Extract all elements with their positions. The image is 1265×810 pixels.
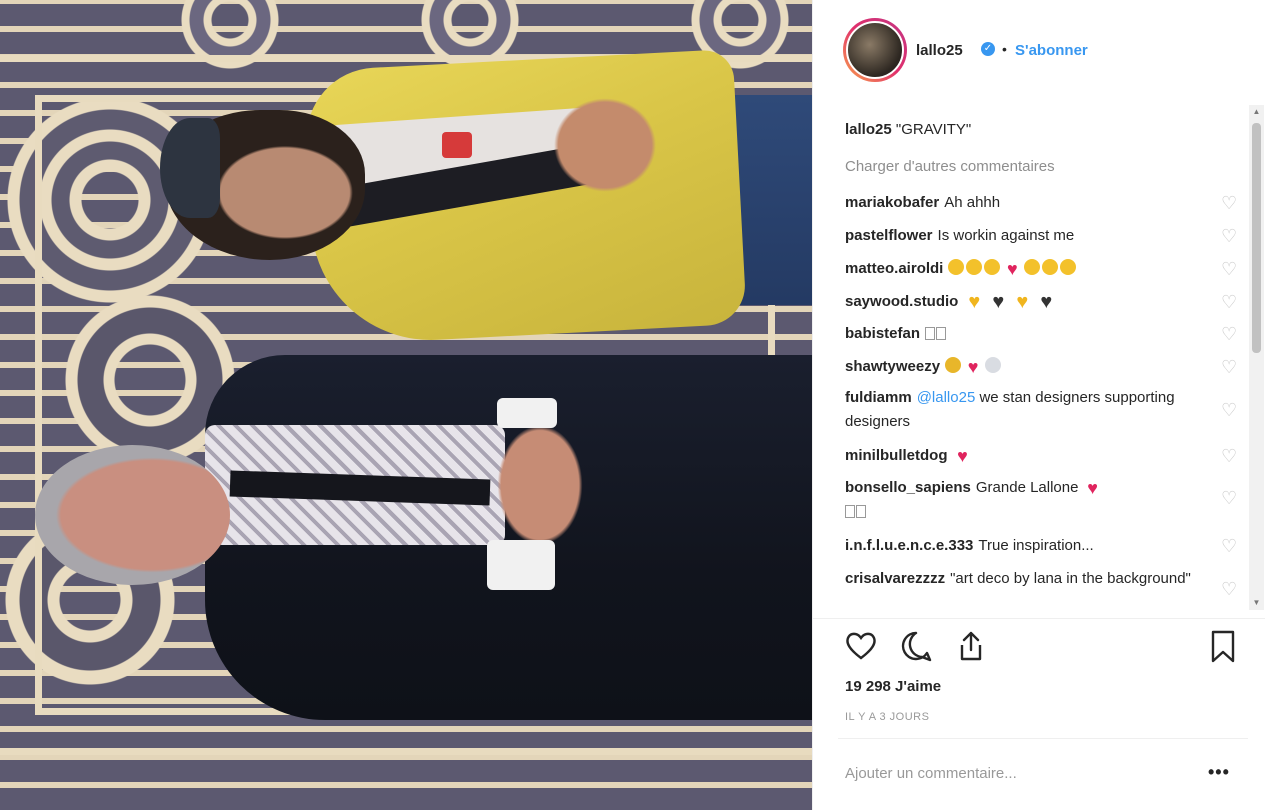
post-sidebar: lallo25 ✓ • S'abonner lallo25 "GRAVITY" … (812, 0, 1265, 810)
scrollbar[interactable]: ▲ ▼ (1249, 105, 1264, 610)
comment-row: crisalvarezzzz "art deco by lana in the b… (845, 567, 1215, 591)
comment-username[interactable]: mariakobafer (845, 194, 939, 211)
comment-username[interactable]: bonsello_sapiens (845, 479, 971, 496)
comment-like-heart-icon[interactable]: ♡ (1221, 401, 1237, 419)
caption-text: "GRAVITY" (895, 121, 972, 138)
avatar-story-ring[interactable] (843, 18, 907, 82)
missing-glyph-icon (936, 327, 947, 340)
scroll-up-arrow-icon[interactable]: ▲ (1249, 105, 1264, 119)
comment-username[interactable]: crisalvarezzzz (845, 570, 945, 587)
like-count[interactable]: 19 298 J'aime (845, 678, 941, 695)
clap-emoji-icon (984, 259, 1001, 275)
divider (838, 738, 1248, 739)
comment-like-heart-icon[interactable]: ♡ (1221, 194, 1237, 212)
yheart-emoji-icon: ♥ (1016, 291, 1029, 313)
comment-text: True inspiration... (978, 537, 1094, 554)
comment-row: saywood.studio ♥ ♥ ♥ ♥ (845, 290, 1215, 314)
comment-username[interactable]: matteo.airoldi (845, 260, 943, 277)
comment-like-heart-icon[interactable]: ♡ (1221, 580, 1237, 598)
caption-username[interactable]: lallo25 (845, 121, 892, 138)
verified-badge-icon: ✓ (981, 42, 995, 56)
comment-row: bonsello_sapiens Grande Lallone ♥ (845, 476, 1215, 524)
comment-text: "art deco by lana in the background" (950, 570, 1191, 587)
load-more-comments[interactable]: Charger d'autres commentaires (845, 158, 1055, 175)
avatar[interactable] (846, 21, 904, 79)
grey-haired-man-head (35, 445, 230, 585)
comment-row: matteo.airoldi ♥ (845, 257, 1215, 281)
comment-like-heart-icon[interactable]: ♡ (1221, 358, 1237, 376)
comment-row: fuldiamm @lallo25 we stan designers suppo… (845, 386, 1215, 434)
bheart-emoji-icon: ♥ (992, 291, 1005, 313)
clap-emoji-icon (1060, 259, 1077, 275)
comment-text: Grande Lallone (975, 479, 1083, 496)
clap-emoji-icon (966, 259, 983, 275)
add-comment-input[interactable]: Ajouter un commentaire... (845, 765, 1017, 782)
comments-list[interactable]: lallo25 "GRAVITY" Charger d'autres comme… (845, 113, 1245, 610)
username-link[interactable]: lallo25 (916, 42, 963, 59)
post-photo (0, 0, 812, 810)
ring-emoji-icon (985, 357, 1002, 373)
comment-like-heart-icon[interactable]: ♡ (1221, 227, 1237, 245)
comment-username[interactable]: saywood.studio (845, 293, 958, 310)
clasped-hands (490, 415, 590, 555)
caption: lallo25 "GRAVITY" (845, 121, 971, 138)
heart-emoji-icon: ♥ (1007, 259, 1018, 279)
bee-emoji-icon (945, 357, 962, 373)
heart-emoji-icon: ♥ (967, 357, 979, 377)
clap-emoji-icon (1024, 259, 1041, 275)
comment-like-heart-icon[interactable]: ♡ (1221, 293, 1237, 311)
comment-row: minilbulletdog ♥ (845, 444, 1215, 468)
follow-button[interactable]: S'abonner (1015, 42, 1088, 59)
shirt-cuff (487, 540, 555, 590)
red-badge (442, 132, 472, 158)
cap (160, 118, 220, 218)
comment-row: mariakobafer Ah ahhh (845, 191, 1215, 215)
comment-username[interactable]: pastelflower (845, 227, 933, 244)
mention-link[interactable]: @lallo25 (917, 389, 976, 406)
action-bar (843, 628, 1243, 668)
comment-username[interactable]: minilbulletdog (845, 447, 948, 464)
comment-like-heart-icon[interactable]: ♡ (1221, 260, 1237, 278)
comment-username[interactable]: i.n.f.l.u.e.n.c.e.333 (845, 537, 973, 554)
comment-text: Ah ahhh (944, 194, 1001, 211)
comment-row: pastelflower Is workin against me (845, 224, 1215, 248)
comment-like-heart-icon[interactable]: ♡ (1221, 489, 1237, 507)
comment-bubble-icon[interactable] (898, 628, 934, 664)
bheart-emoji-icon: ♥ (1040, 291, 1053, 313)
missing-glyph-icon (845, 505, 855, 518)
scroll-thumb[interactable] (1252, 123, 1261, 353)
post-header: lallo25 ✓ • S'abonner (813, 0, 1265, 100)
comment-username[interactable]: shawtyweezy (845, 358, 940, 375)
separator-dot: • (1002, 41, 1007, 57)
heart-emoji-icon: ♥ (1087, 478, 1098, 498)
comment-row: shawtyweezy ♥ (845, 355, 1215, 379)
hands (545, 90, 665, 200)
share-icon[interactable] (953, 628, 989, 664)
missing-glyph-icon (925, 327, 936, 340)
comment-row: i.n.f.l.u.e.n.c.e.333 True inspiration... (845, 534, 1215, 558)
bookmark-icon[interactable] (1205, 628, 1241, 664)
heart-emoji-icon: ♥ (957, 446, 968, 466)
comment-like-heart-icon[interactable]: ♡ (1221, 447, 1237, 465)
comment-like-heart-icon[interactable]: ♡ (1221, 325, 1237, 343)
shirt-cuff (497, 398, 557, 428)
comment-username[interactable]: babistefan (845, 325, 920, 342)
divider (813, 618, 1265, 619)
comment-text: Is workin against me (937, 227, 1075, 244)
comment-username[interactable]: fuldiamm (845, 389, 912, 406)
yheart-emoji-icon: ♥ (968, 291, 981, 313)
clap-emoji-icon (1042, 259, 1059, 275)
scroll-down-arrow-icon[interactable]: ▼ (1249, 596, 1264, 610)
missing-glyph-icon (856, 505, 866, 518)
comment-like-heart-icon[interactable]: ♡ (1221, 537, 1237, 555)
like-heart-icon[interactable] (843, 628, 879, 664)
post-timestamp[interactable]: IL Y A 3 JOURS (845, 711, 929, 723)
more-options-icon[interactable]: ••• (1208, 762, 1230, 783)
clap-emoji-icon (948, 259, 965, 275)
comment-row: babistefan (845, 322, 1215, 346)
